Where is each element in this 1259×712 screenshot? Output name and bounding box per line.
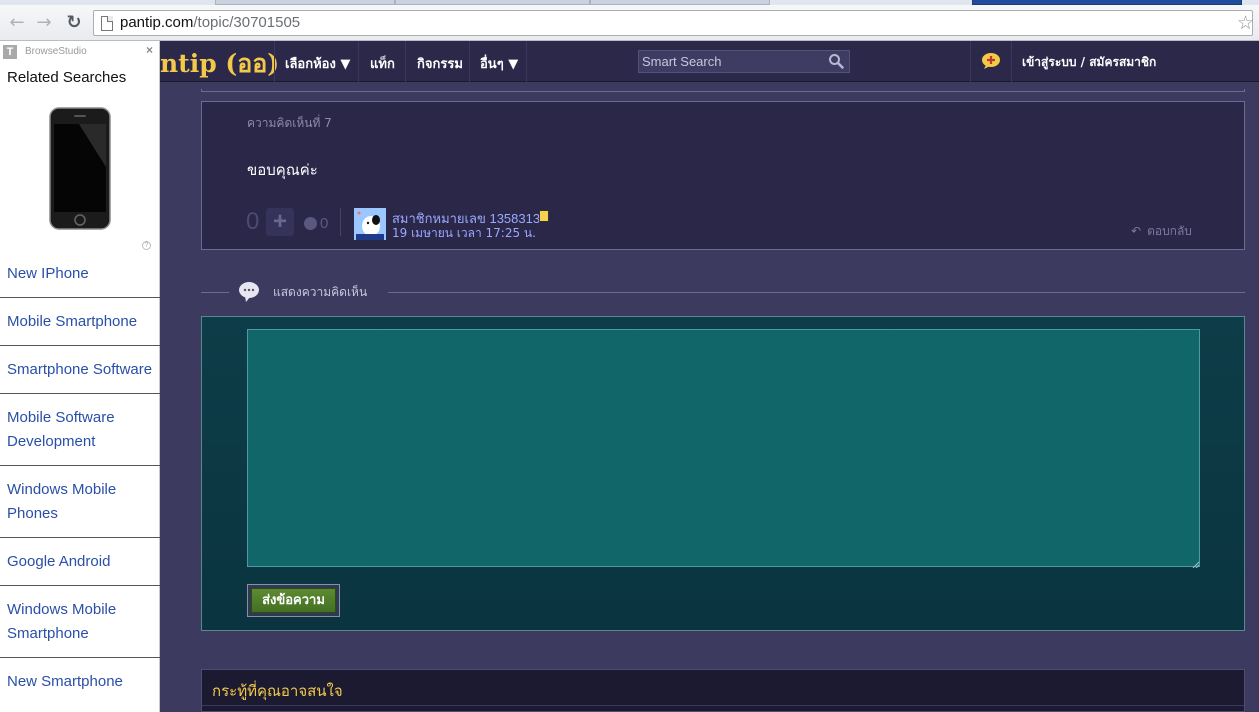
reload-icon[interactable]: ↻ bbox=[63, 12, 85, 34]
related-search-link[interactable]: New Smartphone bbox=[0, 658, 160, 705]
smartphone-image[interactable] bbox=[49, 107, 111, 230]
plus-vote-button[interactable]: + bbox=[266, 208, 294, 236]
comment-body: ขอบคุณค่ะ bbox=[247, 161, 318, 179]
related-search-link[interactable]: Smartphone Software bbox=[0, 346, 160, 394]
previous-comment-edge bbox=[201, 89, 1245, 92]
bookmark-star-icon[interactable]: ☆ bbox=[1237, 12, 1254, 34]
header-divider bbox=[970, 41, 971, 82]
url-path: /topic/30701505 bbox=[193, 14, 301, 31]
menu-choose-room[interactable]: เลือกห้อง ▼ bbox=[285, 53, 350, 74]
section-divider-line bbox=[388, 292, 1245, 293]
header-divider bbox=[274, 41, 275, 82]
emotion-count: 0 bbox=[320, 215, 329, 232]
url-text[interactable]: pantip.com/topic/30701505 bbox=[120, 14, 300, 31]
related-search-link[interactable]: Windows Mobile Smartphone bbox=[0, 586, 160, 658]
browser-toolbar: ← → ↻ pantip.com/topic/30701505 ☆ bbox=[0, 5, 1259, 41]
search-icon[interactable] bbox=[828, 53, 844, 69]
reply-panel: ส่งข้อความ bbox=[201, 316, 1245, 631]
comment-date: 19 เมษายน เวลา 17:25 น. bbox=[392, 226, 536, 240]
reply-arrow-icon: ↶ bbox=[1131, 224, 1142, 238]
comment-number: ความคิดเห็นที่ 7 bbox=[247, 116, 332, 130]
related-topics-divider bbox=[202, 705, 1244, 706]
comment-divider bbox=[340, 208, 341, 236]
browsestudio-sidebar: T BrowseStudio × Related Searches ? New … bbox=[0, 41, 160, 712]
related-search-link[interactable]: Google Android bbox=[0, 538, 160, 586]
header-divider bbox=[469, 41, 470, 82]
related-searches-title: Related Searches bbox=[7, 69, 127, 86]
submit-button-frame: ส่งข้อความ bbox=[247, 584, 340, 617]
login-register-link[interactable]: เข้าสู่ระบบ / สมัครสมาชิก bbox=[1022, 53, 1156, 72]
site-header: ntip (ออ) เลือกห้อง ▼ แท็ก กิจกรรม อื่นๆ… bbox=[160, 41, 1259, 82]
menu-more[interactable]: อื่นๆ ▼ bbox=[480, 53, 518, 74]
related-search-link[interactable]: Mobile Smartphone bbox=[0, 298, 160, 346]
header-divider bbox=[358, 41, 359, 82]
forward-arrow-icon[interactable]: → bbox=[33, 12, 55, 34]
related-search-link[interactable]: Windows Mobile Phones bbox=[0, 466, 160, 538]
comment-card: ความคิดเห็นที่ 7 ขอบคุณค่ะ 0 + 0 สมาชิกห… bbox=[201, 101, 1245, 250]
speech-bubble-icon bbox=[239, 282, 259, 302]
related-topics-panel: กระทู้ที่คุณอาจสนใจ bbox=[201, 669, 1245, 712]
address-bar[interactable]: pantip.com/topic/30701505 ☆ bbox=[93, 10, 1254, 36]
section-divider-line bbox=[201, 292, 229, 293]
header-divider bbox=[1011, 41, 1012, 82]
menu-tags[interactable]: แท็ก bbox=[370, 53, 395, 74]
reply-label: ตอบกลับ bbox=[1147, 224, 1192, 238]
resize-handle-icon[interactable] bbox=[1192, 561, 1199, 568]
info-icon[interactable]: ? bbox=[142, 241, 151, 250]
member-badge-icon bbox=[539, 210, 549, 222]
chat-bubble-icon[interactable] bbox=[981, 52, 1001, 70]
reply-section-title: แสดงความคิดเห็น bbox=[273, 285, 368, 299]
comment-textarea[interactable] bbox=[247, 329, 1200, 567]
site-logo[interactable]: ntip (ออ) bbox=[160, 44, 279, 84]
page-icon bbox=[101, 16, 113, 31]
back-arrow-icon[interactable]: ← bbox=[6, 12, 28, 34]
related-search-link[interactable]: New IPhone bbox=[0, 250, 160, 298]
related-search-link[interactable]: Mobile Software Development bbox=[0, 394, 160, 466]
header-divider bbox=[526, 41, 527, 82]
close-icon[interactable]: × bbox=[146, 43, 153, 57]
avatar[interactable] bbox=[354, 208, 386, 240]
reply-link[interactable]: ↶ ตอบกลับ bbox=[1131, 222, 1192, 241]
related-topics-title: กระทู้ที่คุณอาจสนใจ bbox=[212, 682, 343, 700]
url-host: pantip.com bbox=[120, 14, 194, 31]
search-input[interactable] bbox=[639, 51, 819, 72]
header-divider bbox=[405, 41, 406, 82]
browsestudio-logo-icon: T bbox=[3, 45, 17, 59]
sidebar-brand: BrowseStudio bbox=[25, 46, 87, 57]
submit-button[interactable]: ส่งข้อความ bbox=[251, 588, 336, 613]
menu-activities[interactable]: กิจกรรม bbox=[417, 53, 463, 74]
emotion-icon[interactable] bbox=[304, 217, 317, 230]
vote-count: 0 bbox=[246, 208, 260, 235]
smart-search bbox=[638, 50, 850, 73]
related-searches-list: New IPhone Mobile Smartphone Smartphone … bbox=[0, 250, 160, 705]
